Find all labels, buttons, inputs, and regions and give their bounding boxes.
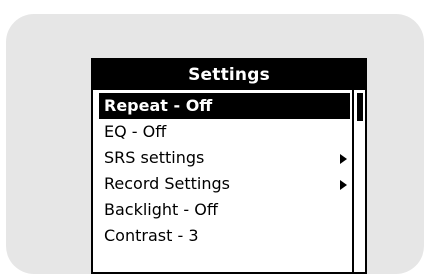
- screen-title: Settings: [93, 60, 365, 90]
- menu-item-repeat[interactable]: Repeat - Off: [99, 93, 350, 119]
- chevron-right-icon: [340, 154, 347, 164]
- menu-item-srs-settings[interactable]: SRS settings: [99, 145, 350, 171]
- menu-item-backlight[interactable]: Backlight - Off: [99, 197, 350, 223]
- chevron-right-icon: [340, 180, 347, 190]
- scrollbar[interactable]: [352, 90, 365, 272]
- device-frame: Settings Repeat - Off EQ - Off SRS setti…: [6, 14, 424, 274]
- lcd-screen: Settings Repeat - Off EQ - Off SRS setti…: [91, 58, 367, 274]
- settings-menu: Repeat - Off EQ - Off SRS settings Recor…: [99, 93, 350, 249]
- menu-item-contrast[interactable]: Contrast - 3: [99, 223, 350, 249]
- menu-item-label: Repeat - Off: [104, 96, 213, 115]
- scrollbar-thumb[interactable]: [357, 93, 363, 121]
- menu-item-label: EQ - Off: [104, 122, 167, 141]
- menu-item-record-settings[interactable]: Record Settings: [99, 171, 350, 197]
- menu-item-label: Record Settings: [104, 174, 230, 193]
- menu-item-label: SRS settings: [104, 148, 205, 167]
- menu-item-eq[interactable]: EQ - Off: [99, 119, 350, 145]
- menu-item-label: Backlight - Off: [104, 200, 218, 219]
- menu-item-label: Contrast - 3: [104, 226, 199, 245]
